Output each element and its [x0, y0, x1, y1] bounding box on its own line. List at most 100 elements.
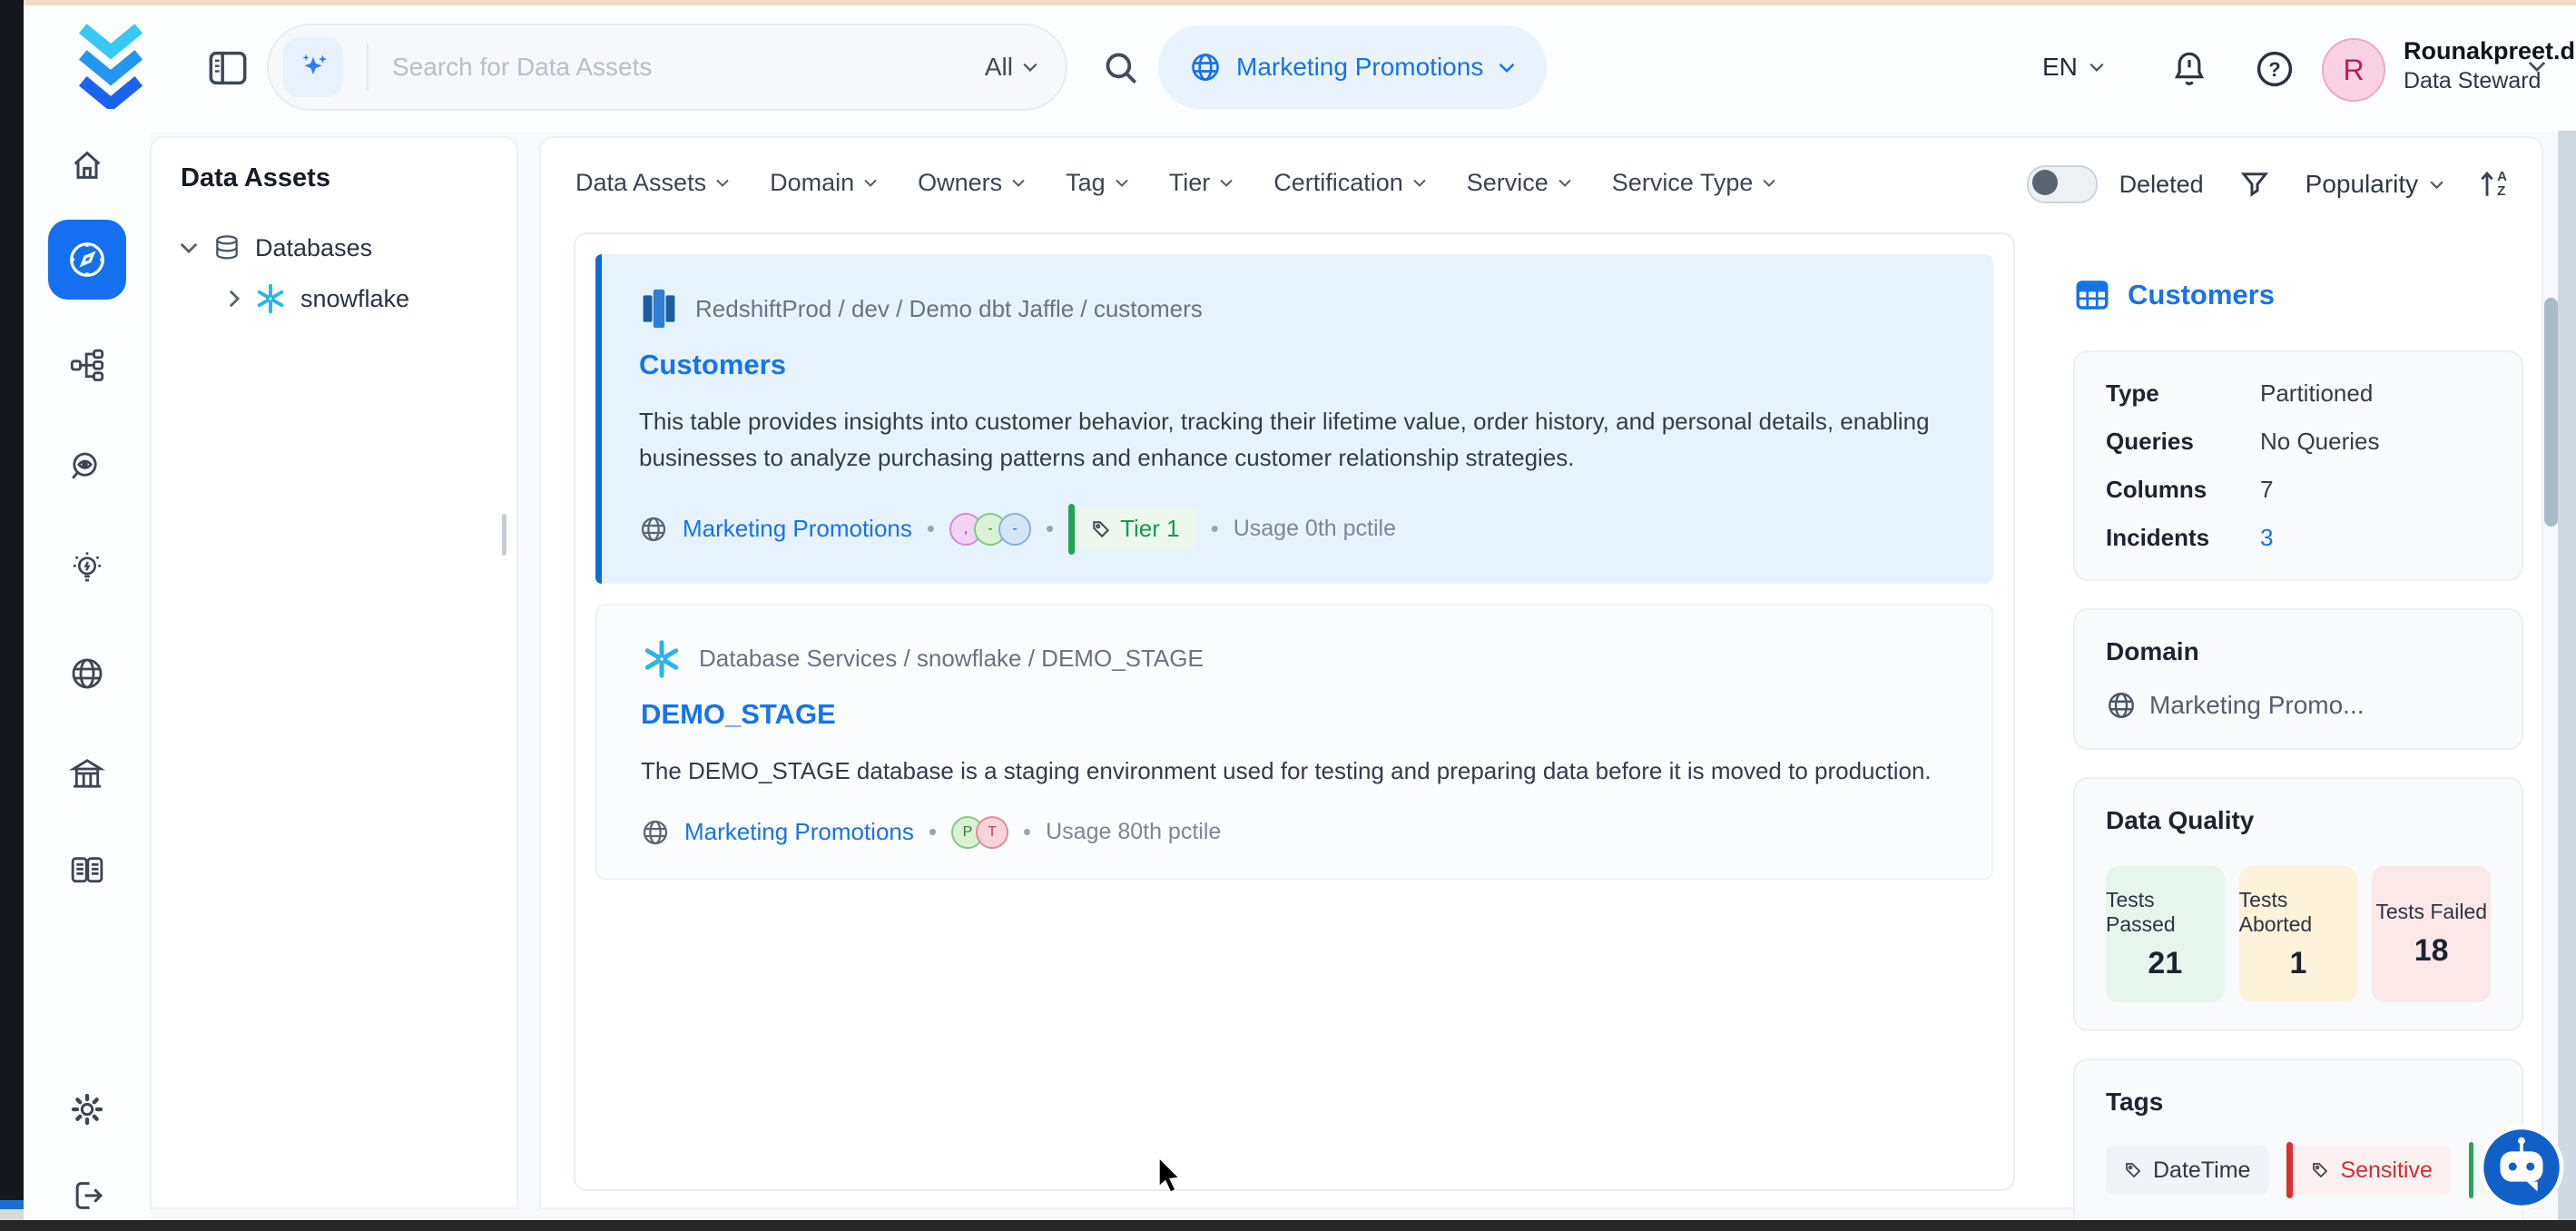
- breadcrumb[interactable]: Database Services / snowflake / DEMO_STA…: [699, 645, 1204, 673]
- summary-label: Queries: [2106, 428, 2260, 456]
- snowflake-icon: [254, 282, 287, 315]
- user-menu-chevron-icon[interactable]: [2527, 60, 2547, 73]
- notifications-bell-icon[interactable]: [2171, 49, 2207, 89]
- deleted-toggle[interactable]: [2027, 165, 2098, 203]
- tree-node-databases[interactable]: Databases: [179, 233, 516, 262]
- globe-icon: [639, 515, 668, 544]
- search-scope-dropdown[interactable]: All: [985, 53, 1038, 82]
- domain-box: Domain Marketing Promo...: [2073, 608, 2523, 750]
- separator-dot: •: [1046, 515, 1054, 543]
- ai-sparkle-icon[interactable]: [283, 37, 343, 97]
- search-placeholder: Search for Data Assets: [392, 53, 985, 82]
- user-avatar[interactable]: R: [2322, 38, 2385, 102]
- filter-data-assets[interactable]: Data Assets: [575, 169, 730, 197]
- details-title-link[interactable]: Customers: [2128, 279, 2275, 311]
- domain-value-row[interactable]: Marketing Promo...: [2106, 690, 2491, 721]
- data-quality-title: Data Quality: [2106, 806, 2491, 835]
- nav-explore-active[interactable]: [48, 220, 126, 300]
- sort-field-dropdown[interactable]: Popularity: [2306, 170, 2445, 199]
- chevron-down-icon: [179, 241, 199, 254]
- search-results-list: RedshiftProd / dev / Demo dbt Jaffle / c…: [574, 232, 2015, 1191]
- nav-settings-gear-icon[interactable]: [69, 1091, 105, 1128]
- tag-datetime[interactable]: DateTime: [2106, 1146, 2268, 1195]
- tier-badge[interactable]: Tier 1: [1068, 504, 1196, 555]
- card-domain-link[interactable]: Marketing Promotions: [683, 515, 912, 543]
- avatar-initial: R: [2343, 54, 2364, 87]
- language-value: EN: [2042, 53, 2078, 82]
- filter-service[interactable]: Service: [1467, 169, 1572, 197]
- separator-dot: •: [1211, 515, 1219, 543]
- stat-tests-aborted[interactable]: Tests Aborted 1: [2239, 866, 2358, 1002]
- separator-dot: •: [927, 515, 935, 543]
- nav-observability-icon[interactable]: [69, 449, 105, 486]
- snowflake-icon: [641, 638, 683, 680]
- owner-avatar-stack[interactable]: P T: [951, 816, 1008, 849]
- chat-assistant-button[interactable]: [2479, 1125, 2564, 1210]
- filter-service-type[interactable]: Service Type: [1612, 169, 1777, 197]
- summary-label: Type: [2106, 379, 2260, 408]
- filter-tier[interactable]: Tier: [1169, 169, 1234, 197]
- nav-governance-icon[interactable]: [69, 755, 105, 792]
- breadcrumb[interactable]: RedshiftProd / dev / Demo dbt Jaffle / c…: [695, 295, 1203, 323]
- chevron-down-icon: [863, 178, 878, 188]
- help-icon[interactable]: ?: [2255, 49, 2295, 89]
- svg-text:?: ?: [2268, 58, 2280, 81]
- details-scrollbar-thumb[interactable]: [2544, 298, 2558, 527]
- nav-lineage-icon[interactable]: [69, 347, 105, 383]
- window-bottom-strip: [0, 1220, 2576, 1231]
- chevron-down-icon: [1558, 178, 1572, 188]
- window-scrollbar-track[interactable]: [2558, 131, 2576, 1220]
- globe-icon: [641, 818, 670, 847]
- separator-dot: •: [929, 818, 937, 846]
- asset-title-link[interactable]: DEMO_STAGE: [641, 698, 836, 731]
- tree-node-snowflake[interactable]: snowflake: [228, 282, 516, 315]
- tags-title: Tags: [2106, 1088, 2491, 1117]
- user-menu[interactable]: Rounakpreet.d Data Steward: [2404, 36, 2575, 95]
- deleted-label: Deleted: [2119, 171, 2204, 199]
- incidents-count-link[interactable]: 3: [2260, 524, 2273, 552]
- tag-accent-bar: [2286, 1142, 2293, 1198]
- sort-direction-icon[interactable]: AZ: [2479, 169, 2507, 200]
- owner-avatar-stack[interactable]: , - -: [949, 513, 1031, 546]
- sidebar-toggle-icon[interactable]: [209, 51, 247, 85]
- search-icon[interactable]: [1102, 49, 1140, 87]
- card-domain-link[interactable]: Marketing Promotions: [684, 818, 914, 846]
- logout-icon[interactable]: [69, 1177, 105, 1214]
- summary-label: Incidents: [2106, 524, 2260, 552]
- nav-insights-icon[interactable]: [69, 549, 105, 586]
- tier-accent-bar: [1068, 504, 1075, 555]
- avatar: -: [998, 513, 1031, 546]
- global-search-input[interactable]: Search for Data Assets All: [267, 24, 1067, 111]
- app-logo-icon[interactable]: [67, 24, 154, 109]
- chevron-down-icon: [1498, 62, 1516, 74]
- stat-tests-failed[interactable]: Tests Failed 18: [2372, 866, 2491, 1002]
- filter-domain[interactable]: Domain: [770, 169, 878, 197]
- filter-certification[interactable]: Certification: [1273, 169, 1427, 197]
- app-header: Search for Data Assets All Marketing Pro…: [24, 5, 2576, 133]
- asset-title-link[interactable]: Customers: [639, 349, 786, 381]
- filter-owners[interactable]: Owners: [918, 169, 1026, 197]
- usage-percentile: Usage 80th pctile: [1046, 819, 1221, 845]
- nav-glossary-icon[interactable]: [69, 852, 105, 889]
- asset-card-demo-stage[interactable]: Database Services / snowflake / DEMO_STA…: [595, 604, 1993, 880]
- tag-sensitive[interactable]: Sensitive: [2286, 1142, 2450, 1198]
- tags-box: Tags DateTime Sensitive: [2073, 1059, 2523, 1220]
- compass-icon: [66, 239, 108, 281]
- filter-funnel-icon[interactable]: [2238, 168, 2271, 201]
- window-left-strip: [0, 0, 24, 1231]
- summary-value: 7: [2260, 476, 2273, 504]
- tree-scrollbar-thumb[interactable]: [502, 514, 506, 556]
- database-icon: [212, 233, 241, 262]
- stat-tests-passed[interactable]: Tests Passed 21: [2106, 866, 2225, 1002]
- redshift-icon: [639, 287, 679, 330]
- summary-value: No Queries: [2260, 428, 2380, 456]
- asset-card-customers[interactable]: RedshiftProd / dev / Demo dbt Jaffle / c…: [595, 254, 1993, 584]
- usage-percentile: Usage 0th pctile: [1234, 516, 1396, 542]
- filter-tag[interactable]: Tag: [1066, 169, 1129, 197]
- nav-domains-icon[interactable]: [69, 655, 105, 692]
- active-domain-dropdown[interactable]: Marketing Promotions: [1158, 25, 1547, 109]
- nav-home-icon[interactable]: [69, 147, 105, 183]
- chevron-down-icon: [2429, 180, 2444, 190]
- user-name: Rounakpreet.d: [2404, 36, 2575, 67]
- language-dropdown[interactable]: EN: [2042, 53, 2105, 82]
